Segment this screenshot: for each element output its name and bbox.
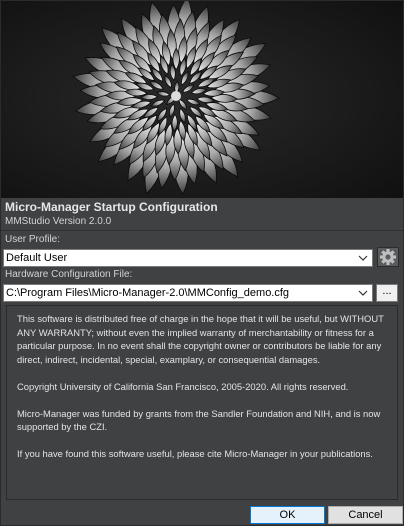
ok-button[interactable]: OK xyxy=(250,506,325,524)
user-profile-dropdown[interactable]: Default User xyxy=(3,249,373,267)
gear-icon xyxy=(380,249,396,265)
cancel-button[interactable]: Cancel xyxy=(328,506,403,524)
user-profile-value: Default User xyxy=(6,252,68,264)
user-profile-label: User Profile: xyxy=(5,234,61,245)
hardware-config-dropdown[interactable]: C:\Program Files\Micro-Manager-2.0\MMCon… xyxy=(3,284,373,302)
hardware-config-value: C:\Program Files\Micro-Manager-2.0\MMCon… xyxy=(6,287,290,299)
browse-config-button[interactable]: ... xyxy=(376,284,398,302)
version-label: MMStudio Version 2.0.0 xyxy=(5,216,112,227)
license-warranty-text: This software is distributed free of cha… xyxy=(17,313,384,365)
license-citation-text: If you have found this software useful, … xyxy=(17,448,373,459)
license-funding-text: Micro-Manager was funded by grants from … xyxy=(17,407,381,433)
divider xyxy=(1,230,403,231)
startup-dialog: Micro-Manager Startup Configuration MMSt… xyxy=(0,0,404,526)
license-copyright-text: Copyright University of California San F… xyxy=(17,380,349,392)
chevron-down-icon xyxy=(358,290,368,296)
dialog-title: Micro-Manager Startup Configuration xyxy=(5,200,218,214)
chevron-down-icon xyxy=(358,255,368,261)
hardware-config-label: Hardware Configuration File: xyxy=(5,269,133,280)
license-text-panel: This software is distributed free of cha… xyxy=(6,305,398,500)
profile-settings-button[interactable] xyxy=(377,247,399,267)
splash-image xyxy=(1,1,403,198)
